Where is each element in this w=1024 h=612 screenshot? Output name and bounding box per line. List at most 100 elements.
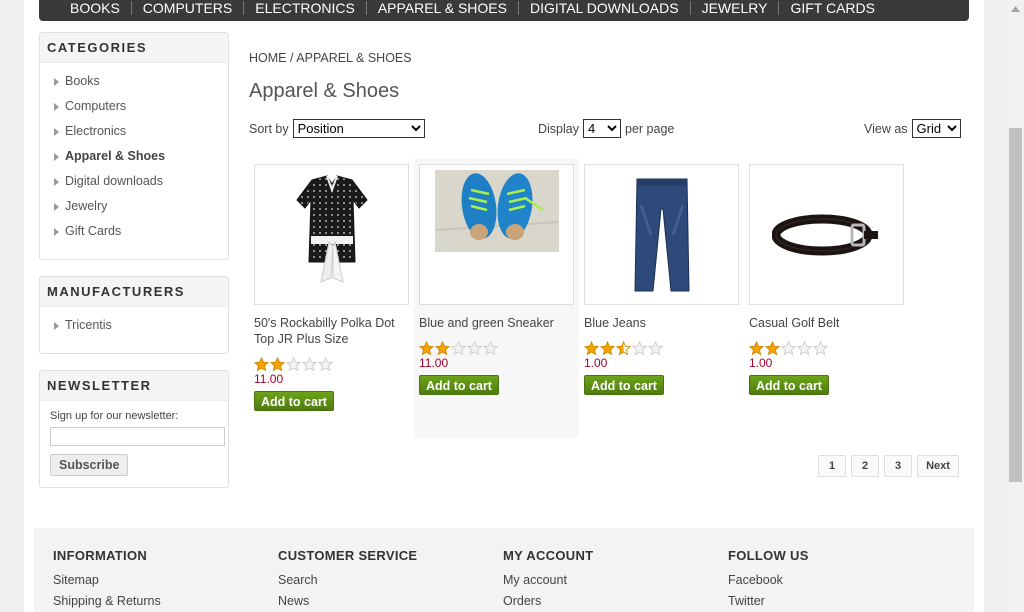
rating-stars <box>419 341 574 356</box>
sidebar-item-label: Tricentis <box>65 318 112 332</box>
newsletter-title: NEWSLETTER <box>40 371 228 401</box>
triangle-right-icon <box>54 177 59 186</box>
next-page-link[interactable]: Next <box>917 455 959 477</box>
add-to-cart-button[interactable]: Add to cart <box>749 375 829 395</box>
page-1-link[interactable]: 1 <box>818 455 846 477</box>
product-image-polka-dot-top[interactable] <box>254 164 409 305</box>
page-size-select[interactable]: 4 <box>583 119 621 138</box>
rating-star-icon <box>286 357 301 372</box>
rating-star-icon <box>467 341 482 356</box>
product-title-link[interactable]: Casual Golf Belt <box>749 315 899 331</box>
rating-star-icon <box>600 341 615 356</box>
manufacturers-list: Tricentis <box>40 307 228 344</box>
product-item: Casual Golf Belt 1.00 Add to cart <box>744 159 909 438</box>
sidebar-item-books[interactable]: Books <box>54 69 228 94</box>
rating-stars <box>584 341 739 356</box>
rating-star-icon <box>797 341 812 356</box>
product-item: Blue Jeans 1.00 Add to cart <box>579 159 744 438</box>
sort-select[interactable]: Position <box>292 119 425 138</box>
top-menu: BOOKS COMPUTERS ELECTRONICS APPAREL & SH… <box>39 0 969 21</box>
nav-gift-cards[interactable]: GIFT CARDS <box>779 0 886 16</box>
product-image-sneaker[interactable] <box>419 164 574 305</box>
sidebar-item-label: Computers <box>65 99 127 113</box>
footer: INFORMATION Sitemap Shipping & Returns C… <box>34 528 974 612</box>
footer-my-account: MY ACCOUNT My account Orders <box>503 548 593 608</box>
triangle-right-icon <box>54 127 59 136</box>
nav-jewelry[interactable]: JEWELRY <box>691 0 779 16</box>
sidebar-item-digital-downloads[interactable]: Digital downloads <box>54 169 228 194</box>
footer-link-twitter[interactable]: Twitter <box>728 594 809 608</box>
product-price: 11.00 <box>254 372 284 386</box>
rating-star-icon <box>584 341 599 356</box>
product-item: 50's Rockabilly Polka Dot Top JR Plus Si… <box>249 159 414 438</box>
footer-link-shipping-returns[interactable]: Shipping & Returns <box>53 594 161 608</box>
jeans-image <box>633 178 690 291</box>
polka-dot-top-image <box>295 174 368 283</box>
scrollbar-thumb[interactable] <box>1009 128 1022 482</box>
product-price: 1.00 <box>584 356 608 370</box>
sidebar-item-tricentis[interactable]: Tricentis <box>54 313 228 338</box>
subscribe-button[interactable]: Subscribe <box>50 454 129 476</box>
scroll-up-arrow-icon[interactable] <box>1007 0 1024 17</box>
newsletter-email-input[interactable] <box>50 427 225 446</box>
add-to-cart-button[interactable]: Add to cart <box>584 375 664 395</box>
footer-link-sitemap[interactable]: Sitemap <box>53 573 161 587</box>
page-title: Apparel & Shoes <box>249 80 400 102</box>
footer-link-news[interactable]: News <box>278 594 417 608</box>
sidebar-item-label: Electronics <box>65 124 127 138</box>
sidebar-item-apparel-shoes[interactable]: Apparel & Shoes <box>54 144 228 169</box>
rating-star-icon <box>302 357 317 372</box>
breadcrumb-home-link[interactable]: HOME <box>249 51 287 65</box>
add-to-cart-button[interactable]: Add to cart <box>254 391 334 411</box>
footer-link-my-account[interactable]: My account <box>503 573 593 587</box>
rating-star-icon <box>451 341 466 356</box>
footer-link-search[interactable]: Search <box>278 573 417 587</box>
sidebar-item-label: Books <box>65 74 100 88</box>
product-price: 11.00 <box>419 356 449 370</box>
nav-apparel-shoes[interactable]: APPAREL & SHOES <box>367 0 518 16</box>
rating-star-icon <box>419 341 434 356</box>
triangle-right-icon <box>54 152 59 161</box>
rating-star-icon <box>765 341 780 356</box>
nav-electronics[interactable]: ELECTRONICS <box>244 0 366 16</box>
view-label: View as <box>864 121 908 136</box>
triangle-right-icon <box>54 321 59 330</box>
footer-link-orders[interactable]: Orders <box>503 594 593 608</box>
footer-information: INFORMATION Sitemap Shipping & Returns <box>53 548 161 608</box>
rating-stars <box>254 357 409 372</box>
sidebar-item-jewelry[interactable]: Jewelry <box>54 194 228 219</box>
sneaker-image <box>434 170 559 252</box>
sidebar-item-computers[interactable]: Computers <box>54 94 228 119</box>
newsletter-label: Sign up for our newsletter: <box>50 410 179 422</box>
rating-stars <box>749 341 904 356</box>
manufacturers-title: MANUFACTURERS <box>40 277 228 307</box>
per-page-label: per page <box>625 121 675 136</box>
sidebar-item-electronics[interactable]: Electronics <box>54 119 228 144</box>
categories-title: CATEGORIES <box>40 33 228 63</box>
nav-computers[interactable]: COMPUTERS <box>132 0 243 16</box>
footer-customer-service: CUSTOMER SERVICE Search News <box>278 548 417 608</box>
rating-star-icon <box>648 341 663 356</box>
footer-heading: INFORMATION <box>53 548 148 563</box>
product-title-link[interactable]: Blue Jeans <box>584 315 734 331</box>
rating-star-icon <box>318 357 333 372</box>
product-title-link[interactable]: Blue and green Sneaker <box>419 315 569 331</box>
product-image-belt[interactable] <box>749 164 904 305</box>
page-2-link[interactable]: 2 <box>851 455 879 477</box>
page-3-link[interactable]: 3 <box>884 455 912 477</box>
footer-heading: CUSTOMER SERVICE <box>278 548 418 563</box>
footer-link-facebook[interactable]: Facebook <box>728 573 809 587</box>
sidebar-item-gift-cards[interactable]: Gift Cards <box>54 219 228 244</box>
add-to-cart-button[interactable]: Add to cart <box>419 375 499 395</box>
view-mode-select[interactable]: Grid <box>911 119 961 138</box>
nav-digital-downloads[interactable]: DIGITAL DOWNLOADS <box>519 0 690 16</box>
product-title-link[interactable]: 50's Rockabilly Polka Dot Top JR Plus Si… <box>254 315 404 347</box>
pager: 1 2 3 Next <box>818 455 959 477</box>
product-price: 1.00 <box>749 356 773 370</box>
rating-star-icon <box>616 341 631 356</box>
product-item: Blue and green Sneaker 11.00 Add to cart <box>414 159 579 438</box>
manufacturers-block: MANUFACTURERS Tricentis <box>39 276 229 354</box>
sidebar-item-label: Apparel & Shoes <box>65 149 166 163</box>
nav-books[interactable]: BOOKS <box>59 0 131 16</box>
product-image-jeans[interactable] <box>584 164 739 305</box>
